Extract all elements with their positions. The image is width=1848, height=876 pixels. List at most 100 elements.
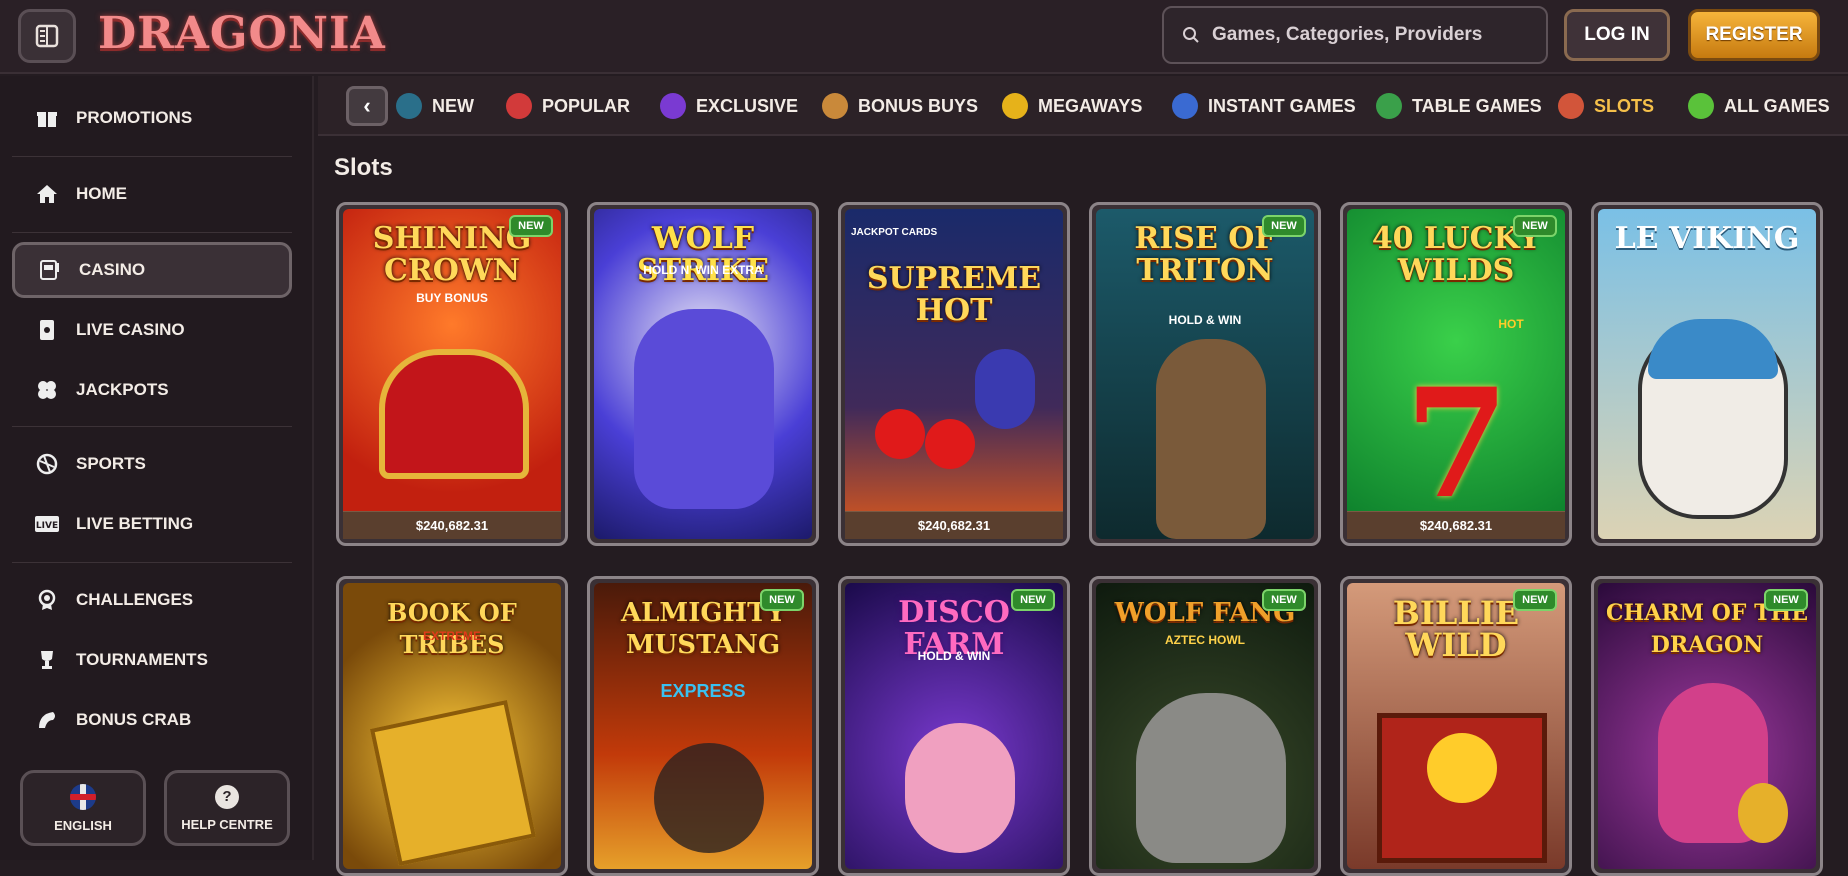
tab-new[interactable]: NEW bbox=[396, 90, 474, 122]
help-icon: ? bbox=[215, 784, 239, 809]
table-icon bbox=[1376, 93, 1402, 119]
money-bag-icon bbox=[822, 93, 848, 119]
new-badge: NEW bbox=[1764, 589, 1808, 611]
gift-icon bbox=[34, 105, 60, 131]
game-subtitle: EXTREME bbox=[422, 629, 481, 643]
login-button[interactable]: LOG IN bbox=[1564, 9, 1670, 61]
game-card[interactable]: WOLF FANG AZTEC HOWL NEW bbox=[1089, 576, 1321, 876]
tab-all-games[interactable]: ALL GAMES bbox=[1688, 90, 1830, 122]
game-card[interactable]: ALMIGHTY MUSTANG EXPRESS NEW bbox=[587, 576, 819, 876]
top-bar: DRAGONIA Games, Categories, Providers LO… bbox=[0, 0, 1848, 74]
tab-exclusive[interactable]: EXCLUSIVE bbox=[660, 90, 798, 122]
sidebar-item-home[interactable]: HOME bbox=[12, 166, 292, 222]
jackpot-amount: $240,682.31 bbox=[343, 511, 561, 539]
sidebar-divider bbox=[12, 156, 292, 157]
sidebar-divider bbox=[12, 426, 292, 427]
tab-bonus-buys[interactable]: BONUS BUYS bbox=[822, 90, 978, 122]
sidebar-divider bbox=[12, 232, 292, 233]
sidebar-item-label: TOURNAMENTS bbox=[76, 650, 208, 669]
ball-icon bbox=[34, 451, 60, 477]
game-art bbox=[845, 209, 1063, 539]
sidebar-item-bonus-crab[interactable]: BONUS CRAB bbox=[12, 692, 292, 748]
crab-icon bbox=[34, 707, 60, 733]
register-button[interactable]: REGISTER bbox=[1688, 9, 1820, 61]
sidebar-item-label: LIVE CASINO bbox=[76, 320, 185, 339]
tab-table-games[interactable]: TABLE GAMES bbox=[1376, 90, 1542, 122]
sidebar-item-promotions[interactable]: PROMOTIONS bbox=[12, 90, 292, 146]
rocket-icon bbox=[506, 93, 532, 119]
game-subtitle: AZTEC HOWL bbox=[1165, 633, 1245, 647]
game-subtitle: JACKPOT CARDS bbox=[851, 227, 938, 238]
search-input[interactable]: Games, Categories, Providers bbox=[1162, 6, 1548, 64]
game-card[interactable]: SHINING CROWN BUY BONUS NEW $240,682.31 bbox=[336, 202, 568, 546]
game-card[interactable]: RISE OF TRITON HOLD & WIN NEW bbox=[1089, 202, 1321, 546]
search-icon bbox=[1183, 27, 1199, 43]
game-card[interactable]: BILLIE WILD NEW bbox=[1340, 576, 1572, 876]
new-badge: NEW bbox=[509, 215, 553, 237]
game-subtitle: HOLD & WIN bbox=[917, 649, 991, 663]
game-subtitle: HOT bbox=[1498, 317, 1524, 331]
slot-machine-icon bbox=[37, 257, 63, 283]
joystick-icon bbox=[1172, 93, 1198, 119]
sidebar-item-label: CHALLENGES bbox=[76, 590, 194, 609]
game-card[interactable]: BOOK OF TRIBES EXTREME bbox=[336, 576, 568, 876]
new-badge: NEW bbox=[1513, 215, 1557, 237]
game-card[interactable]: 7 40 LUCKY WILDS HOT NEW $240,682.31 bbox=[1340, 202, 1572, 546]
game-title: SUPREME HOT bbox=[866, 261, 1042, 328]
live-icon: LIVE bbox=[34, 511, 60, 537]
language-label: ENGLISH bbox=[54, 817, 112, 833]
game-subtitle: HOLD & WIN bbox=[1168, 313, 1242, 327]
help-label: HELP CENTRE bbox=[181, 816, 273, 832]
trophy-icon bbox=[34, 647, 60, 673]
section-title: Slots bbox=[334, 154, 393, 181]
sidebar-item-label: CASINO bbox=[79, 260, 146, 279]
tab-megaways[interactable]: MEGAWAYS bbox=[1002, 90, 1142, 122]
jackpot-amount: $240,682.31 bbox=[845, 511, 1063, 539]
clover-icon bbox=[34, 377, 60, 403]
megaways-icon bbox=[1002, 93, 1028, 119]
game-title: WOLF STRIKE bbox=[637, 221, 769, 288]
new-badge: NEW bbox=[760, 589, 804, 611]
uk-flag-icon bbox=[70, 783, 96, 810]
game-card[interactable]: CHARM OF THE DRAGON NEW bbox=[1591, 576, 1823, 876]
sidebar: PROMOTIONS HOME CASINO LIVE CASINO JACKP… bbox=[0, 76, 314, 860]
home-icon bbox=[34, 181, 60, 207]
tab-popular[interactable]: POPULAR bbox=[506, 90, 630, 122]
sidebar-item-live-betting[interactable]: LIVE LIVE BETTING bbox=[12, 496, 292, 552]
all-games-icon bbox=[1688, 93, 1714, 119]
game-card[interactable]: LE VIKING bbox=[1591, 202, 1823, 546]
jackpot-amount: $240,682.31 bbox=[1347, 511, 1565, 539]
sidebar-item-label: LIVE BETTING bbox=[76, 514, 194, 533]
svg-text:LIVE: LIVE bbox=[36, 521, 58, 531]
menu-icon bbox=[35, 24, 59, 48]
brand-logo[interactable]: DRAGONIA bbox=[98, 8, 386, 59]
help-centre-button[interactable]: ? HELP CENTRE bbox=[164, 770, 290, 846]
sidebar-item-casino[interactable]: CASINO bbox=[12, 242, 292, 298]
new-badge: NEW bbox=[1262, 215, 1306, 237]
sidebar-divider bbox=[12, 562, 292, 563]
sidebar-item-jackpots[interactable]: JACKPOTS bbox=[12, 362, 292, 418]
tab-instant-games[interactable]: INSTANT GAMES bbox=[1172, 90, 1356, 122]
language-button[interactable]: ENGLISH bbox=[20, 770, 146, 846]
seven-icon: 7 bbox=[1404, 356, 1510, 532]
sidebar-toggle-button[interactable] bbox=[18, 9, 76, 63]
gem-icon bbox=[660, 93, 686, 119]
tab-slots[interactable]: SLOTS bbox=[1558, 90, 1654, 122]
game-card[interactable]: SUPREME HOT JACKPOT CARDS $240,682.31 bbox=[838, 202, 1070, 546]
slots-icon bbox=[1558, 93, 1584, 119]
new-badge: NEW bbox=[1011, 589, 1055, 611]
game-card[interactable]: DISCO FARM HOLD & WIN NEW bbox=[838, 576, 1070, 876]
sidebar-item-live-casino[interactable]: LIVE CASINO bbox=[12, 302, 292, 358]
sidebar-item-tournaments[interactable]: TOURNAMENTS bbox=[12, 632, 292, 688]
game-card[interactable]: WOLF STRIKE HOLD N' WIN EXTRA bbox=[587, 202, 819, 546]
sidebar-item-label: SPORTS bbox=[76, 454, 146, 473]
game-subtitle: BUY BONUS bbox=[416, 291, 488, 305]
game-subtitle: EXPRESS bbox=[660, 681, 746, 701]
sidebar-item-sports[interactable]: SPORTS bbox=[12, 436, 292, 492]
medal-icon bbox=[34, 587, 60, 613]
sidebar-item-challenges[interactable]: CHALLENGES bbox=[12, 572, 292, 628]
sidebar-item-label: HOME bbox=[76, 184, 127, 203]
new-badge: NEW bbox=[1262, 589, 1306, 611]
new-icon bbox=[396, 93, 422, 119]
scroll-left-button[interactable]: ‹ bbox=[346, 86, 388, 126]
